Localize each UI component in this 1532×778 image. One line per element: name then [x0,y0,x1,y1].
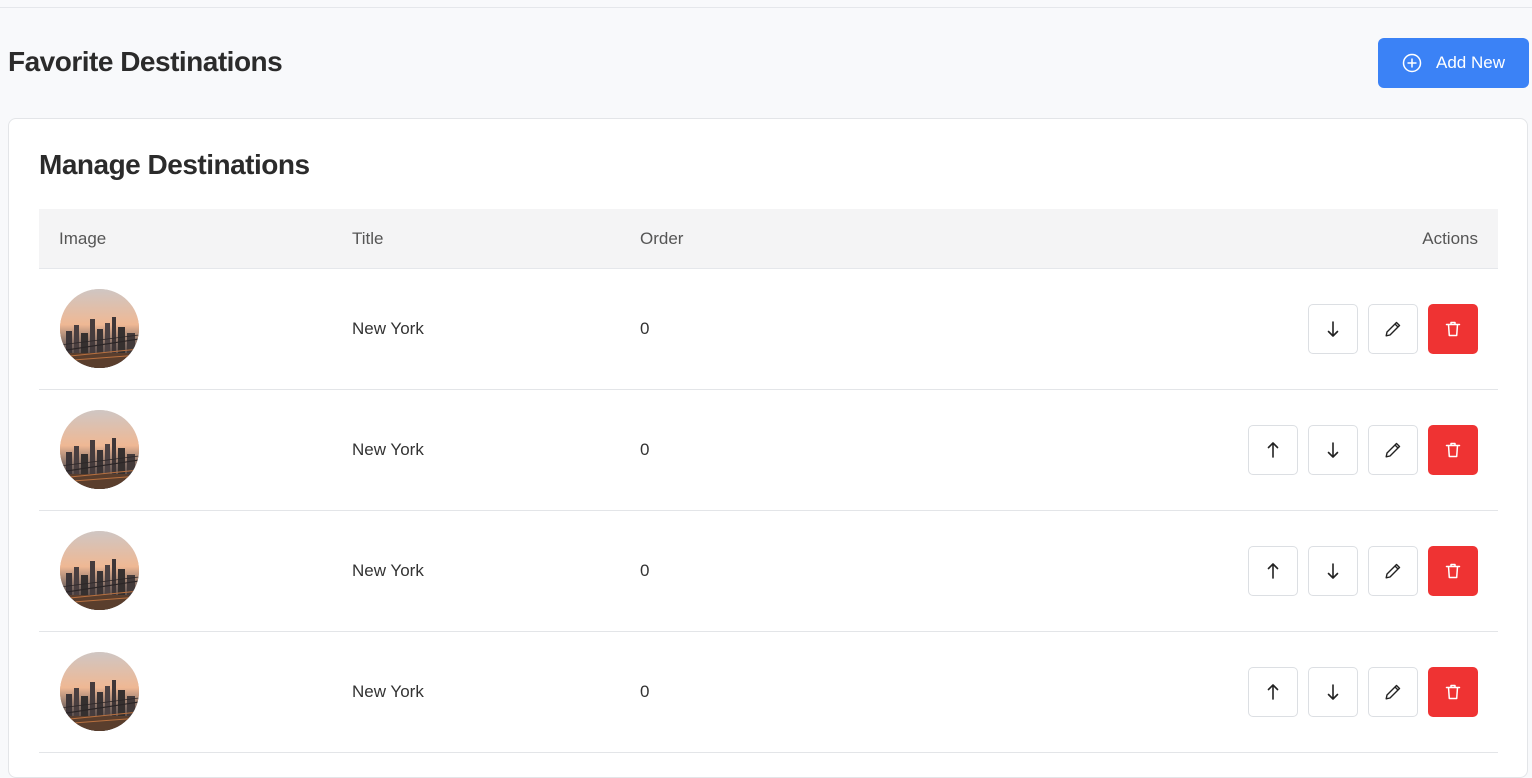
arrow-down-icon [1323,440,1343,460]
row-actions [1248,425,1478,475]
top-divider [0,7,1532,8]
trash-icon [1443,561,1463,581]
page-title: Favorite Destinations [8,46,283,77]
page-header: Favorite Destinations Add New [8,38,1529,88]
move-up-button[interactable] [1248,546,1298,596]
add-new-label: Add New [1436,53,1505,72]
destinations-table: Image Title Order Actions New York 0 New Y… [39,209,1498,753]
destination-order: 0 [640,319,650,338]
row-actions [1248,546,1478,596]
pencil-icon [1383,440,1403,460]
destination-order: 0 [640,440,650,459]
table-row: New York 0 [39,269,1498,390]
edit-button[interactable] [1368,425,1418,475]
arrow-up-icon [1263,682,1283,702]
column-header-order: Order [640,229,684,248]
trash-icon [1443,319,1463,339]
column-header-title: Title [352,229,384,248]
row-actions [1308,304,1478,354]
destination-thumbnail [60,531,139,610]
table-row: New York 0 [39,632,1498,753]
delete-button[interactable] [1428,546,1478,596]
table-row: New York 0 [39,511,1498,632]
destination-title: New York [352,561,424,580]
pencil-icon [1383,561,1403,581]
column-header-image: Image [59,229,107,248]
manage-destinations-card: Manage Destinations Image Title Order Ac… [8,118,1528,778]
move-down-button[interactable] [1308,546,1358,596]
plus-circle-icon [1402,53,1422,73]
destination-title: New York [352,319,424,338]
delete-button[interactable] [1428,304,1478,354]
card-title: Manage Destinations [39,149,310,180]
edit-button[interactable] [1368,304,1418,354]
trash-icon [1443,682,1463,702]
table-body: New York 0 New York 0 New York 0 New York 0 [39,269,1498,753]
move-up-button[interactable] [1248,667,1298,717]
move-down-button[interactable] [1308,667,1358,717]
destination-thumbnail [60,410,139,489]
edit-button[interactable] [1368,546,1418,596]
arrow-up-icon [1263,440,1283,460]
destination-title: New York [352,440,424,459]
arrow-up-icon [1263,561,1283,581]
arrow-down-icon [1323,319,1343,339]
delete-button[interactable] [1428,667,1478,717]
arrow-down-icon [1323,561,1343,581]
row-actions [1248,667,1478,717]
edit-button[interactable] [1368,667,1418,717]
table-row: New York 0 [39,390,1498,511]
destination-title: New York [352,682,424,701]
pencil-icon [1383,682,1403,702]
trash-icon [1443,440,1463,460]
move-down-button[interactable] [1308,425,1358,475]
destination-order: 0 [640,561,650,580]
destination-order: 0 [640,682,650,701]
move-down-button[interactable] [1308,304,1358,354]
column-header-actions: Actions [1422,229,1478,248]
add-new-button[interactable]: Add New [1378,38,1529,88]
destination-thumbnail [60,289,139,368]
pencil-icon [1383,319,1403,339]
table-header: Image Title Order Actions [39,209,1498,269]
delete-button[interactable] [1428,425,1478,475]
move-up-button[interactable] [1248,425,1298,475]
destination-thumbnail [60,652,139,731]
arrow-down-icon [1323,682,1343,702]
